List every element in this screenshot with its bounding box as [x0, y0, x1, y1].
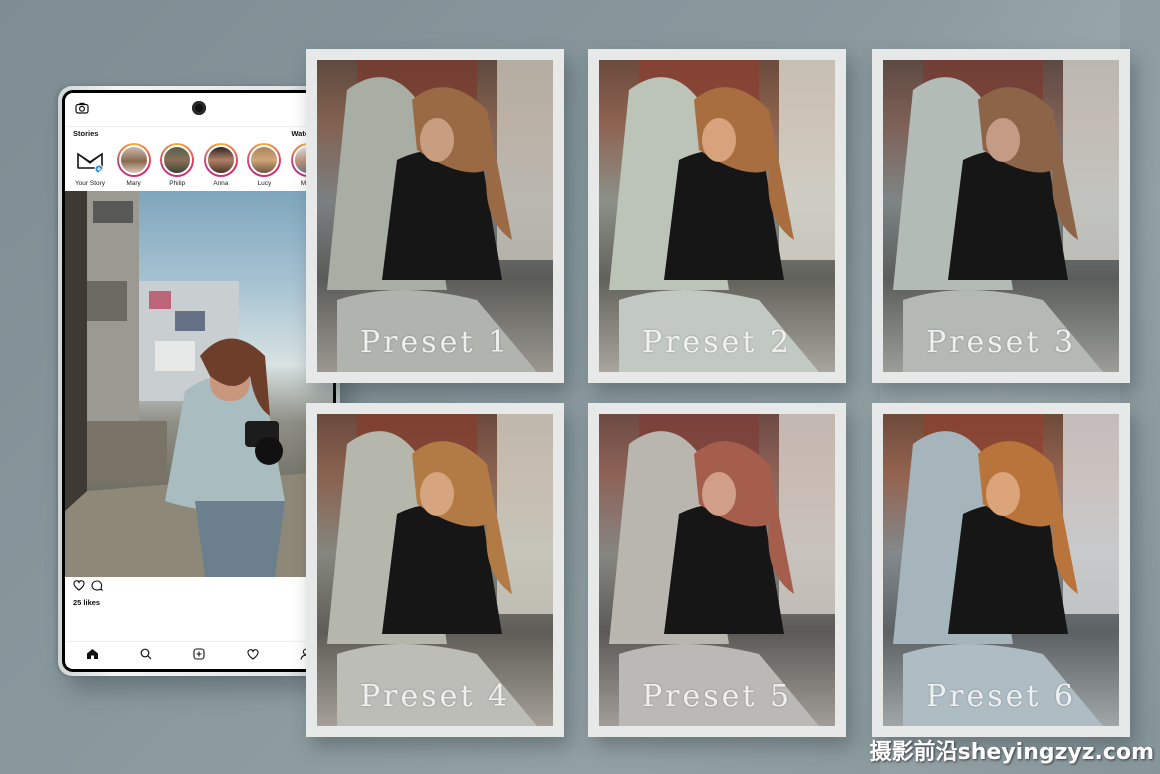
preset-label: Preset 1 [359, 325, 511, 360]
preset-photo: Preset 1 [317, 60, 553, 372]
preset-card[interactable]: Preset 2 [588, 49, 846, 383]
preset-label: Preset 5 [641, 679, 793, 714]
preset-photo: Preset 3 [883, 60, 1119, 372]
avatar [205, 145, 236, 175]
story-label: Anna [213, 180, 229, 187]
story-label: Philip [169, 180, 186, 187]
instagram-app: Stories Watch All Your Story Mar [65, 93, 333, 669]
story-ring [73, 143, 107, 177]
comment-icon[interactable] [91, 578, 103, 596]
likes-count: 25 likes [73, 598, 101, 607]
preset-card[interactable]: Preset 6 [872, 403, 1130, 737]
preset-card[interactable]: Preset 4 [306, 403, 564, 737]
activity-heart-icon[interactable] [247, 647, 259, 665]
story-mary[interactable]: Mary [113, 143, 155, 191]
story-your-story[interactable]: Your Story [69, 143, 111, 191]
phone-screen: Stories Watch All Your Story Mar [62, 90, 336, 672]
bottom-nav [65, 641, 333, 669]
new-post-icon[interactable] [193, 647, 206, 665]
avatar [249, 145, 280, 175]
camera-icon[interactable] [75, 101, 89, 119]
own-story-logo-icon [75, 145, 105, 175]
preset-label: Preset 3 [925, 325, 1077, 360]
home-icon[interactable] [86, 647, 99, 665]
story-philip[interactable]: Philip [156, 143, 198, 191]
search-icon[interactable] [140, 647, 152, 665]
preset-label: Preset 6 [925, 679, 1077, 714]
preset-photo: Preset 4 [317, 414, 553, 726]
story-label: Your Story [74, 180, 106, 187]
story-label: Mary [126, 180, 141, 187]
top-bar [65, 93, 333, 127]
preset-card[interactable]: Preset 5 [588, 403, 846, 737]
watermark: 摄影前沿sheyingzyz.com [869, 740, 1154, 765]
preset-card[interactable]: Preset 3 [872, 49, 1130, 383]
preset-card[interactable]: Preset 1 [306, 49, 564, 383]
preset-photo: Preset 5 [599, 414, 835, 726]
story-anna[interactable]: Anna [200, 143, 242, 191]
front-camera [192, 101, 206, 115]
story-ring [160, 143, 195, 177]
phone-mockup: Stories Watch All Your Story Mar [58, 86, 340, 676]
stories-row: Your Story Mary Philip Anna Lucy [69, 143, 329, 191]
story-ring [247, 143, 282, 177]
preset-label: Preset 2 [641, 325, 793, 360]
stories-title: Stories [73, 129, 99, 138]
avatar [162, 145, 193, 175]
story-label: Lucy [257, 180, 272, 187]
story-ring [116, 143, 151, 177]
post-action-group [73, 578, 103, 596]
story-lucy[interactable]: Lucy [243, 143, 285, 191]
avatar [118, 145, 149, 175]
post-image[interactable] [65, 191, 333, 577]
story-ring [203, 143, 238, 177]
heart-icon[interactable] [73, 578, 85, 596]
preset-label: Preset 4 [359, 679, 511, 714]
preset-photo: Preset 6 [883, 414, 1119, 726]
preset-photo: Preset 2 [599, 60, 835, 372]
post-actions [65, 579, 333, 595]
stories-header: Stories Watch All [73, 129, 325, 143]
